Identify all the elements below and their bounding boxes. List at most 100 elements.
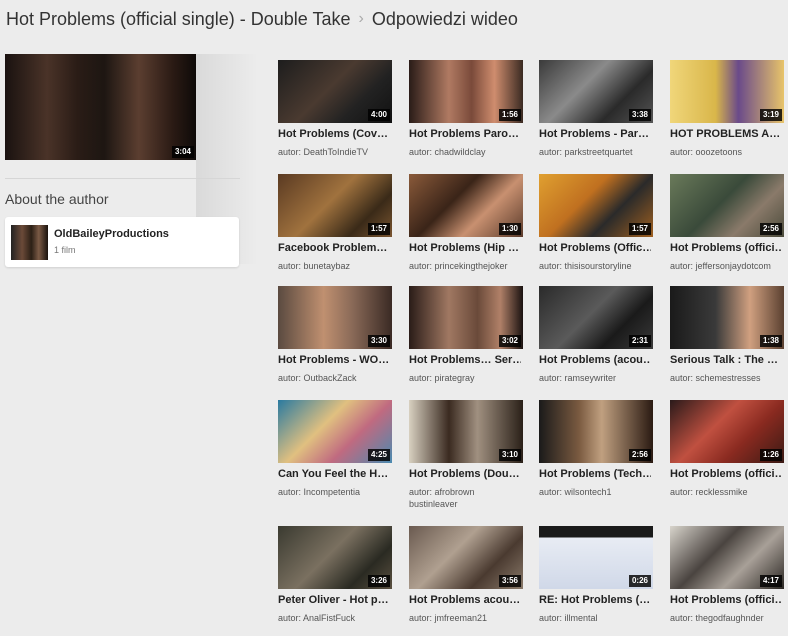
video-card[interactable]: 3:02 Hot Problems… Ser… autor: pirategray [409, 286, 523, 396]
video-title[interactable]: Hot Problems (offici… [670, 594, 782, 606]
video-duration: 3:30 [367, 335, 390, 347]
video-duration: 3:26 [367, 575, 390, 587]
video-thumbnail[interactable]: 1:56 [409, 60, 523, 123]
video-card[interactable]: 3:56 Hot Problems acou… autor: jmfreeman21 [409, 526, 523, 636]
video-duration: 1:57 [628, 223, 651, 235]
video-title[interactable]: Hot Problems (offici… [670, 468, 782, 480]
video-card[interactable]: 2:56 Hot Problems (offici… autor: jefferso… [670, 174, 784, 284]
video-card[interactable]: 3:26 Peter Oliver - Hot p… autor: AnalFist… [278, 526, 392, 636]
video-author[interactable]: autor: princekingthejoker [409, 260, 523, 272]
video-thumbnail[interactable]: 1:57 [539, 174, 653, 237]
author-card[interactable]: OldBaileyProductions 1 film [5, 217, 239, 267]
video-title[interactable]: RE: Hot Problems (… [539, 594, 651, 606]
video-title[interactable]: Hot Problems (Offic… [539, 242, 651, 254]
video-title[interactable]: Hot Problems (offici… [670, 242, 782, 254]
video-card[interactable]: 1:26 Hot Problems (offici… autor: reckless… [670, 400, 784, 510]
video-card[interactable]: 4:25 Can You Feel the H… autor: Incompeten… [278, 400, 392, 510]
video-thumbnail[interactable]: 4:17 [670, 526, 784, 589]
video-title[interactable]: Hot Problems - Par… [539, 128, 651, 140]
video-card[interactable]: 1:57 Facebook Problem… autor: bunetaybaz [278, 174, 392, 284]
video-card[interactable]: 3:19 HOT PROBLEMS A… autor: ooozetoons [670, 60, 784, 170]
video-author[interactable]: autor: OutbackZack [278, 372, 392, 384]
video-card[interactable]: 2:56 Hot Problems (Tech… autor: wilsontech… [539, 400, 653, 510]
video-author[interactable]: autor: AnalFistFuck [278, 612, 392, 624]
video-author[interactable]: autor: parkstreetquartet [539, 146, 653, 158]
video-title[interactable]: Can You Feel the H… [278, 468, 390, 480]
video-thumbnail[interactable]: 0:26 [539, 526, 653, 589]
video-thumbnail[interactable]: 2:56 [670, 174, 784, 237]
video-thumbnail[interactable]: 2:56 [539, 400, 653, 463]
video-duration: 2:31 [628, 335, 651, 347]
author-name[interactable]: OldBaileyProductions [54, 228, 169, 240]
video-title[interactable]: Hot Problems - WO… [278, 354, 390, 366]
video-title[interactable]: Hot Problems (Hip … [409, 242, 521, 254]
video-thumbnail[interactable]: 3:26 [278, 526, 392, 589]
video-duration: 3:19 [759, 109, 782, 121]
video-card[interactable]: 3:30 Hot Problems - WO… autor: OutbackZack [278, 286, 392, 396]
video-author[interactable]: autor: schemestresses [670, 372, 784, 384]
main-video-thumbnail[interactable]: 3:04 [5, 54, 196, 160]
video-author[interactable]: autor: chadwildclay [409, 146, 523, 158]
video-title[interactable]: Hot Problems (acou… [539, 354, 651, 366]
video-title[interactable]: Facebook Problem… [278, 242, 390, 254]
video-author[interactable]: autor: afrobrown bustinleaver [409, 486, 523, 510]
video-title[interactable]: Hot Problems Paro… [409, 128, 521, 140]
video-title[interactable]: Hot Problems (Tech… [539, 468, 651, 480]
video-duration: 2:56 [628, 449, 651, 461]
video-thumbnail[interactable]: 3:02 [409, 286, 523, 349]
video-thumbnail[interactable]: 3:56 [409, 526, 523, 589]
video-thumbnail[interactable]: 1:26 [670, 400, 784, 463]
video-thumbnail[interactable]: 1:38 [670, 286, 784, 349]
video-title[interactable]: Hot Problems acou… [409, 594, 521, 606]
video-title-link[interactable]: Hot Problems (official single) - Double … [6, 9, 351, 30]
video-card[interactable]: 4:17 Hot Problems (offici… autor: thegodfa… [670, 526, 784, 636]
video-author[interactable]: autor: DeathToIndieTV [278, 146, 392, 158]
video-title[interactable]: Peter Oliver - Hot p… [278, 594, 390, 606]
video-thumbnail[interactable]: 3:30 [278, 286, 392, 349]
video-author[interactable]: autor: Incompetentia [278, 486, 392, 498]
video-thumbnail[interactable]: 1:30 [409, 174, 523, 237]
video-duration: 4:00 [367, 109, 390, 121]
video-thumbnail[interactable]: 2:31 [539, 286, 653, 349]
video-thumbnail[interactable]: 3:19 [670, 60, 784, 123]
video-author[interactable]: autor: jeffersonjaydotcom [670, 260, 784, 272]
video-card[interactable]: 3:10 Hot Problems (Dou… autor: afrobrown b… [409, 400, 523, 510]
video-card[interactable]: 1:56 Hot Problems Paro… autor: chadwildcla… [409, 60, 523, 170]
video-author[interactable]: autor: ooozetoons [670, 146, 784, 158]
video-author[interactable]: autor: recklessmike [670, 486, 784, 498]
video-thumbnail[interactable]: 1:57 [278, 174, 392, 237]
video-author[interactable]: autor: thegodfaughnder [670, 612, 784, 624]
video-duration: 1:38 [759, 335, 782, 347]
video-card[interactable]: 0:26 RE: Hot Problems (… autor: illmental [539, 526, 653, 636]
video-thumbnail[interactable]: 4:00 [278, 60, 392, 123]
video-title[interactable]: Hot Problems… Ser… [409, 354, 521, 366]
video-title[interactable]: Hot Problems (Cov… [278, 128, 390, 140]
author-avatar [11, 225, 48, 260]
video-title[interactable]: HOT PROBLEMS A… [670, 128, 782, 140]
video-author[interactable]: autor: illmental [539, 612, 653, 624]
video-duration: 1:57 [367, 223, 390, 235]
video-card[interactable]: 1:30 Hot Problems (Hip … autor: princeking… [409, 174, 523, 284]
video-card[interactable]: 3:38 Hot Problems - Par… autor: parkstreet… [539, 60, 653, 170]
video-author[interactable]: autor: bunetaybaz [278, 260, 392, 272]
video-duration: 3:38 [628, 109, 651, 121]
video-responses-grid: 4:00 Hot Problems (Cov… autor: DeathToIndi… [278, 60, 788, 629]
section-title: Odpowiedzi wideo [371, 8, 518, 29]
video-title[interactable]: Serious Talk : The … [670, 354, 782, 366]
video-author[interactable]: autor: wilsontech1 [539, 486, 653, 498]
video-title[interactable]: Hot Problems (Dou… [409, 468, 521, 480]
about-heading: About the author [5, 191, 109, 207]
video-card[interactable]: 1:38 Serious Talk : The … autor: schemestr… [670, 286, 784, 396]
video-duration: 1:26 [759, 449, 782, 461]
video-author[interactable]: autor: thisisourstoryline [539, 260, 653, 272]
video-card[interactable]: 1:57 Hot Problems (Offic… autor: thisisour… [539, 174, 653, 284]
video-card[interactable]: 2:31 Hot Problems (acou… autor: ramseywrit… [539, 286, 653, 396]
video-author[interactable]: autor: ramseywriter [539, 372, 653, 384]
video-author[interactable]: autor: jmfreeman21 [409, 612, 523, 624]
video-thumbnail[interactable]: 3:10 [409, 400, 523, 463]
video-thumbnail[interactable]: 4:25 [278, 400, 392, 463]
video-author[interactable]: autor: pirategray [409, 372, 523, 384]
video-thumbnail[interactable]: 3:38 [539, 60, 653, 123]
video-card[interactable]: 4:00 Hot Problems (Cov… autor: DeathToIndi… [278, 60, 392, 170]
video-duration: 4:25 [367, 449, 390, 461]
